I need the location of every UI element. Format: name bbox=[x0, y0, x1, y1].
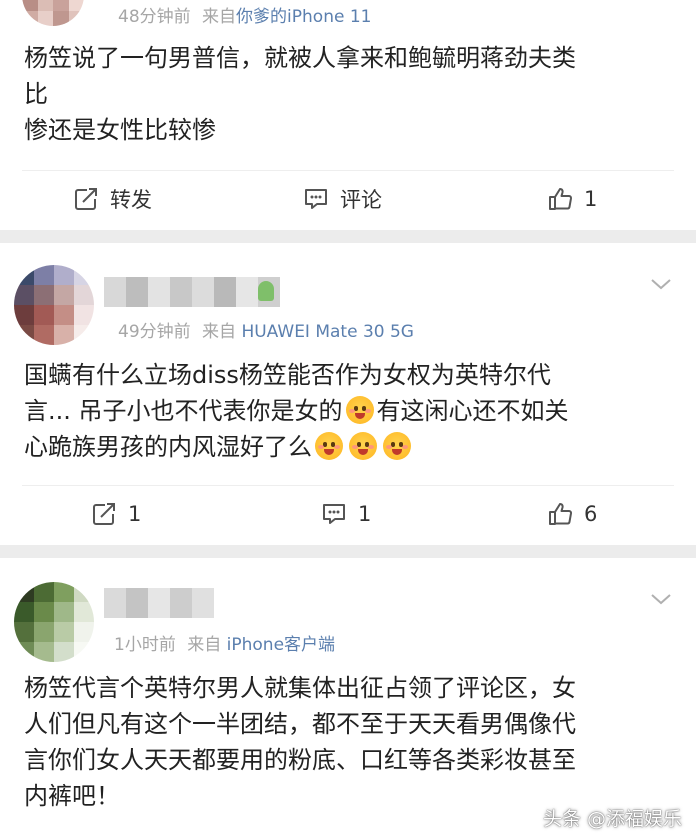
comment-button[interactable]: 1 bbox=[320, 494, 371, 534]
comment-icon bbox=[323, 504, 345, 524]
source-link[interactable]: 你爹的iPhone 11 bbox=[236, 7, 371, 27]
username-blurred[interactable] bbox=[104, 588, 214, 618]
comment-line: 言... 吊子小也不代表你是女的 有这闲心还不如关 bbox=[24, 393, 674, 429]
source-link[interactable]: iPhone客户端 bbox=[227, 635, 335, 655]
comment-line: 人们但凡有这个一半团结，都不至于天天看男偶像代 bbox=[24, 710, 576, 738]
emoji-icon bbox=[345, 396, 374, 424]
comment-text: 有这闲心还不如关 bbox=[376, 397, 569, 425]
divider bbox=[22, 485, 674, 486]
comment-icon bbox=[305, 189, 327, 209]
timestamp: 49分钟前 bbox=[118, 322, 191, 342]
comment-meta: 1小时前 来自 iPhone客户端 bbox=[114, 630, 335, 655]
comment-text: 心跪族男孩的内风湿好了么 bbox=[24, 433, 312, 461]
badge-icon bbox=[258, 281, 274, 301]
comment-meta: 49分钟前 来自 HUAWEI Mate 30 5G bbox=[118, 317, 414, 342]
emoji-icon bbox=[383, 432, 411, 460]
comment-text: 言... 吊子小也不代表你是女的 bbox=[24, 397, 343, 425]
comment-card-1: 48分钟前 来自你爹的iPhone 11 杨笠说了一句男普信，就被人拿来和鲍毓明… bbox=[0, 0, 696, 230]
comment-line: 杨笠代言个英特尔男人就集体出征占领了评论区，女 bbox=[24, 674, 576, 702]
avatar[interactable] bbox=[14, 265, 94, 345]
comment-body: 杨笠代言个英特尔男人就集体出征占领了评论区，女 人们但凡有这个一半团结，都不至于… bbox=[24, 670, 674, 814]
repost-button[interactable]: 1 bbox=[90, 494, 141, 534]
repost-label: 转发 bbox=[110, 188, 152, 212]
comment-body: 杨笠说了一句男普信，就被人拿来和鲍毓明蒋劲夫类 比 惨还是女性比较惨 bbox=[24, 40, 674, 148]
timestamp: 1小时前 bbox=[114, 635, 176, 655]
like-button[interactable]: 6 bbox=[546, 494, 597, 534]
from-prefix: 来自 bbox=[187, 635, 222, 655]
like-button[interactable]: 1 bbox=[546, 179, 597, 219]
comment-line: 国螨有什么立场diss杨笠能否作为女权为英特尔代 bbox=[24, 361, 551, 389]
repost-button[interactable]: 转发 bbox=[72, 179, 152, 219]
repost-icon bbox=[93, 503, 115, 525]
avatar[interactable] bbox=[22, 0, 84, 26]
divider bbox=[22, 170, 674, 171]
comment-line: 言你们女人天天都要用的粉底、口红等各类彩妆甚至 bbox=[24, 746, 576, 774]
watermark: 头条 @添福娱乐 bbox=[542, 808, 682, 830]
avatar[interactable] bbox=[14, 582, 94, 662]
comment-line: 比 bbox=[24, 80, 48, 108]
comment-count: 1 bbox=[358, 502, 372, 526]
comment-meta: 48分钟前 来自你爹的iPhone 11 bbox=[118, 2, 371, 27]
emoji-icon bbox=[349, 432, 377, 460]
chevron-down-icon[interactable] bbox=[650, 277, 672, 291]
comment-line: 杨笠说了一句男普信，就被人拿来和鲍毓明蒋劲夫类 bbox=[24, 44, 576, 72]
comment-card-3: 1小时前 来自 iPhone客户端 杨笠代言个英特尔男人就集体出征占领了评论区，… bbox=[0, 558, 696, 839]
action-bar: 1 1 6 bbox=[0, 494, 696, 534]
comment-line: 心跪族男孩的内风湿好了么 bbox=[24, 429, 674, 465]
comment-card-2: 49分钟前 来自 HUAWEI Mate 30 5G 国螨有什么立场diss杨笠… bbox=[0, 243, 696, 545]
timestamp: 48分钟前 bbox=[118, 7, 191, 27]
like-count: 6 bbox=[584, 502, 598, 526]
action-bar: 转发 评论 1 bbox=[0, 179, 696, 219]
from-prefix: 来自 bbox=[202, 7, 237, 27]
repost-icon bbox=[75, 188, 97, 210]
emoji-icon bbox=[315, 432, 343, 460]
username-blurred[interactable] bbox=[104, 277, 280, 307]
from-prefix: 来自 bbox=[202, 322, 237, 342]
chevron-down-icon[interactable] bbox=[650, 592, 672, 606]
source-link[interactable]: HUAWEI Mate 30 5G bbox=[241, 322, 414, 342]
comment-button[interactable]: 评论 bbox=[302, 179, 382, 219]
comment-line: 惨还是女性比较惨 bbox=[24, 116, 216, 144]
thumbs-up-icon bbox=[549, 188, 572, 210]
like-count: 1 bbox=[584, 187, 598, 211]
thumbs-up-icon bbox=[549, 503, 572, 525]
comment-body: 国螨有什么立场diss杨笠能否作为女权为英特尔代 言... 吊子小也不代表你是女… bbox=[24, 357, 674, 465]
comment-label: 评论 bbox=[340, 188, 382, 212]
repost-count: 1 bbox=[128, 502, 142, 526]
